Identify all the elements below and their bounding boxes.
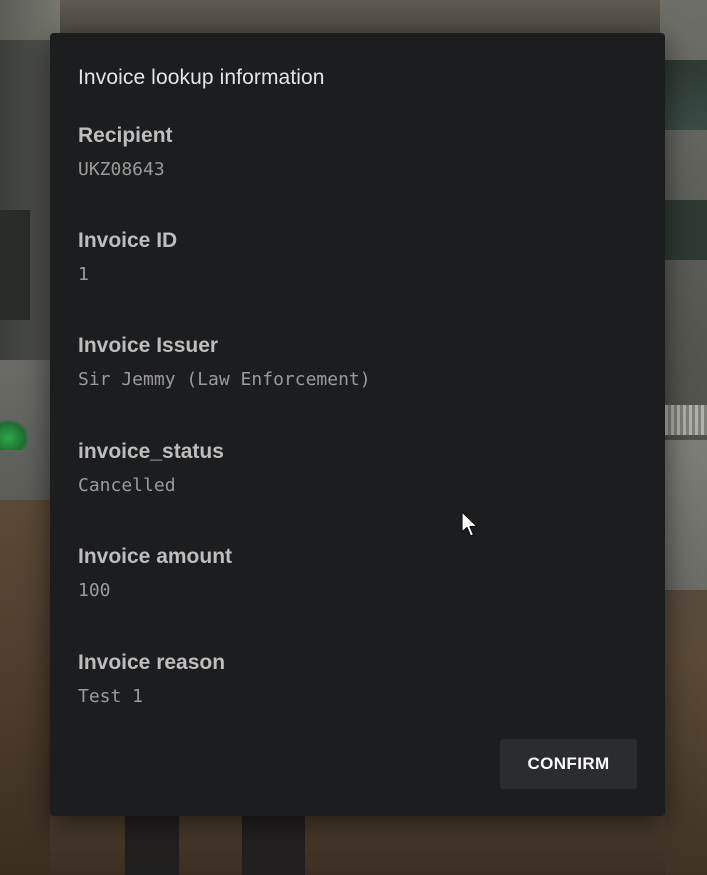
invoice-reason-field: Invoice reason Test 1 (78, 650, 638, 708)
invoice-lookup-dialog: Invoice lookup information Recipient UKZ… (50, 33, 665, 816)
background-right-shelf (665, 60, 707, 130)
invoice-reason-label: Invoice reason (78, 651, 226, 674)
invoice-amount-label: Invoice amount (78, 545, 233, 568)
invoice-issuer-label: Invoice Issuer (78, 334, 219, 357)
invoice-status-field: invoice_status Cancelled (78, 439, 638, 497)
invoice-amount-field: Invoice amount 100 (78, 544, 638, 602)
invoice-id-label: Invoice ID (78, 229, 178, 252)
background-right-shelf-lower (665, 200, 707, 260)
invoice-reason-value: Test 1 (78, 686, 144, 707)
recipient-value: UKZ08643 (78, 159, 165, 180)
background-right-vent (665, 405, 707, 435)
recipient-label: Recipient (78, 124, 173, 147)
background-left-floor (0, 500, 55, 875)
dialog-title: Invoice lookup information (78, 66, 325, 89)
invoice-amount-value: 100 (78, 580, 111, 601)
invoice-issuer-value: Sir Jemmy (Law Enforcement) (78, 369, 371, 390)
invoice-id-value: 1 (78, 264, 89, 285)
invoice-status-value: Cancelled (78, 475, 176, 496)
background-character-legs (125, 815, 305, 875)
invoice-status-label: invoice_status (78, 440, 224, 463)
invoice-issuer-field: Invoice Issuer Sir Jemmy (Law Enforcemen… (78, 333, 638, 391)
confirm-button[interactable]: CONFIRM (500, 739, 637, 789)
background-green-object (0, 420, 28, 450)
mouse-pointer-icon (461, 511, 478, 537)
invoice-id-field: Invoice ID 1 (78, 228, 638, 286)
background-right-counter (665, 440, 707, 590)
background-left-panel (0, 210, 30, 320)
recipient-field: Recipient UKZ08643 (78, 123, 638, 181)
background-right-wall (660, 0, 707, 875)
